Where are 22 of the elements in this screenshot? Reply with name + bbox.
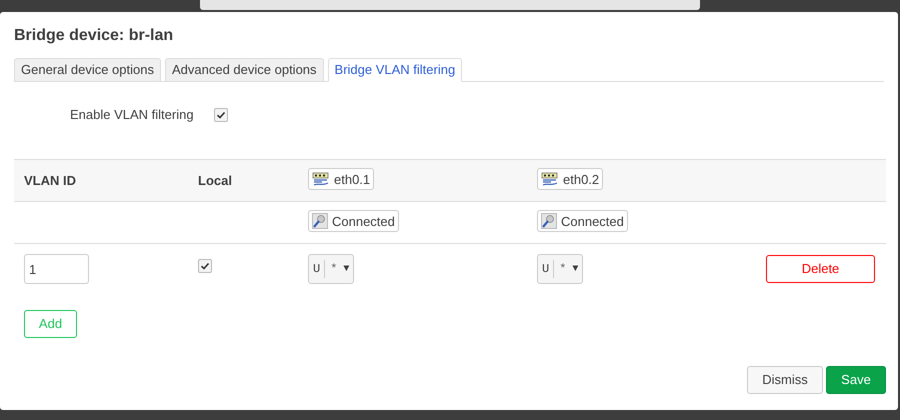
network-port-icon	[312, 171, 330, 188]
checkbox[interactable]	[198, 259, 212, 274]
port-badge: eth0.2	[537, 168, 604, 190]
tag-dropdown[interactable]: U * ▼	[537, 254, 584, 284]
field-label: Enable VLAN filtering	[70, 106, 195, 124]
status-badge: Connected	[308, 210, 399, 232]
checkmark-icon	[200, 261, 210, 272]
delete-button[interactable]: Delete	[766, 255, 875, 283]
column-header: Local	[197, 172, 233, 190]
tag-dropdown[interactable]: U * ▼	[308, 254, 354, 284]
vlan-id-field[interactable]: 1	[24, 254, 89, 284]
port-badge: eth0.1	[308, 168, 374, 190]
dismiss-button[interactable]: Dismiss	[747, 366, 823, 394]
tab[interactable]: Advanced device options	[164, 58, 324, 82]
status-badge: Connected	[537, 210, 628, 232]
column-header: VLAN ID	[23, 172, 77, 190]
dialog-title: Bridge device: br-lan	[14, 26, 174, 46]
checkbox[interactable]	[214, 108, 228, 122]
tab[interactable]: Bridge VLAN filtering	[328, 58, 462, 82]
tab[interactable]: General device options	[14, 58, 161, 82]
network-port-icon	[541, 171, 559, 188]
checkmark-icon	[216, 110, 226, 120]
